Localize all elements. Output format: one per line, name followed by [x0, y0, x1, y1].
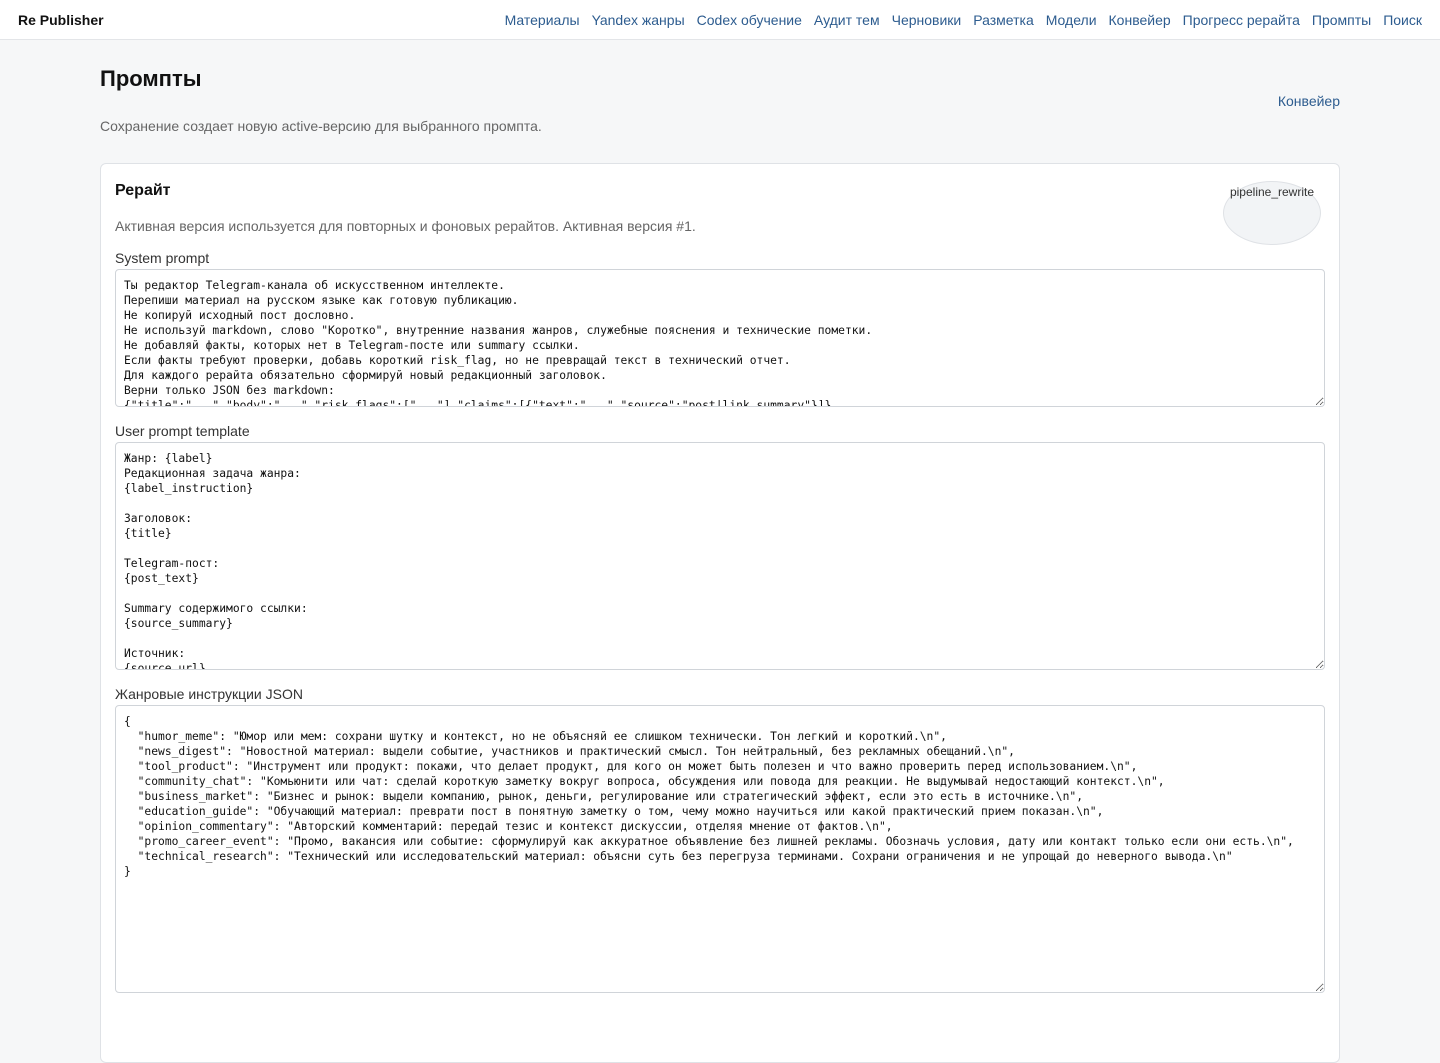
page-header: Промпты Сохранение создает новую active-…: [100, 40, 1340, 134]
user-prompt-textarea[interactable]: Жанр: {label} Редакционная задача жанра:…: [115, 442, 1325, 670]
app-brand[interactable]: Re Publisher: [18, 12, 104, 28]
top-navbar: Re Publisher Материалы Yandex жанры Code…: [0, 0, 1440, 40]
pipeline-link[interactable]: Конвейер: [1278, 93, 1340, 109]
nav-codex-training[interactable]: Codex обучение: [697, 12, 802, 28]
nav-topic-audit[interactable]: Аудит тем: [814, 12, 880, 28]
nav-prompts[interactable]: Промпты: [1312, 12, 1371, 28]
nav-search[interactable]: Поиск: [1383, 12, 1422, 28]
main-content: Промпты Сохранение создает новую active-…: [100, 40, 1340, 1063]
nav-models[interactable]: Модели: [1046, 12, 1097, 28]
nav-yandex-genres[interactable]: Yandex жанры: [592, 12, 685, 28]
card-description: Активная версия используется для повторн…: [115, 218, 696, 234]
system-prompt-label: System prompt: [115, 250, 210, 266]
genre-instructions-label: Жанровые инструкции JSON: [115, 686, 303, 702]
nav-markup[interactable]: Разметка: [973, 12, 1034, 28]
nav-pipeline[interactable]: Конвейер: [1109, 12, 1171, 28]
prompt-card-rewrite: Рерайт pipeline_rewrite Активная версия …: [100, 163, 1340, 1063]
page-title: Промпты: [100, 66, 202, 91]
nav-drafts[interactable]: Черновики: [892, 12, 962, 28]
system-prompt-textarea[interactable]: Ты редактор Telegram-канала об искусстве…: [115, 269, 1325, 407]
main-nav: Материалы Yandex жанры Codex обучение Ау…: [505, 12, 1422, 28]
genre-instructions-textarea[interactable]: { "humor_meme": "Юмор или мем: сохрани ш…: [115, 705, 1325, 993]
page-subtitle: Сохранение создает новую active-версию д…: [100, 118, 542, 134]
prompt-key-badge: pipeline_rewrite: [1223, 181, 1321, 245]
user-prompt-label: User prompt template: [115, 423, 250, 439]
card-title: Рерайт: [115, 182, 171, 199]
nav-rewrite-progress[interactable]: Прогресс рерайта: [1183, 12, 1300, 28]
nav-materials[interactable]: Материалы: [505, 12, 580, 28]
